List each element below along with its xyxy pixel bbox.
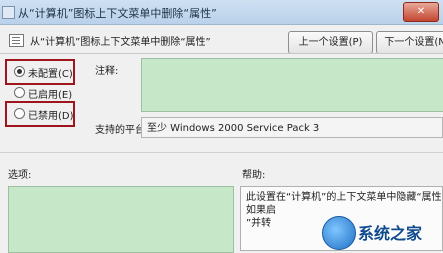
section-divider [0,152,443,153]
help-line: 此设置在“计算机”的上下文菜单中隐藏“属性” [246,192,443,203]
radio-label-not-configured: 未配置(C) [28,69,73,80]
window-titlebar: 从“计算机”图标上下文菜单中删除“属性” ✕ [0,0,443,25]
watermark: 系统之家 [322,214,443,251]
previous-setting-button[interactable]: 上一个设置(P) [288,31,373,54]
radio-button-checked[interactable] [14,66,25,77]
comment-textarea[interactable] [141,58,443,112]
watermark-text: 系统之家 [358,224,423,243]
comment-label: 注释: [95,66,119,77]
close-button[interactable]: ✕ [403,2,439,22]
radio-button[interactable] [14,87,25,98]
header-divider [0,53,443,54]
policy-icon [9,34,24,47]
policy-title: 从“计算机”图标上下文菜单中删除“属性” [30,37,211,48]
help-label: 帮助: [242,170,266,181]
supported-platform-field: 至少 Windows 2000 Service Pack 3 [141,117,443,138]
window-title: 从“计算机”图标上下文菜单中删除“属性” [18,7,217,20]
radio-label-enabled: 已启用(E) [28,90,73,101]
options-label: 选项: [8,170,32,181]
radio-label-disabled: 已禁用(D) [28,111,74,122]
app-icon [2,6,15,19]
watermark-logo-icon [322,216,356,250]
options-panel [8,186,234,253]
radio-button[interactable] [14,108,25,119]
next-setting-button[interactable]: 下一个设置(N) [376,31,443,54]
